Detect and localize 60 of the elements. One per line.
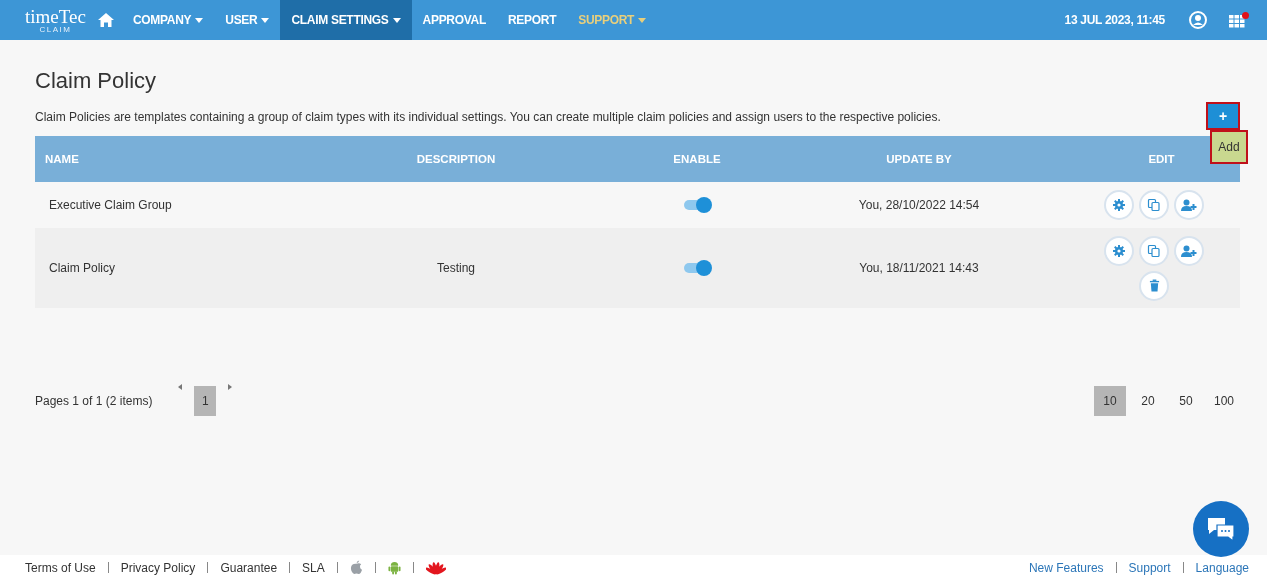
- table-cell-text: Claim Policy: [48, 261, 116, 275]
- footer-link[interactable]: Terms of Use: [25, 560, 96, 575]
- trash-icon: [1148, 279, 1160, 292]
- nav-menu-item[interactable]: COMPANY: [121, 0, 215, 40]
- footer-link[interactable]: Language: [1195, 560, 1249, 575]
- toggle-switch[interactable]: [684, 200, 710, 210]
- copy-icon: [1147, 198, 1161, 212]
- nav-menu-item[interactable]: APPROVAL: [411, 0, 497, 40]
- table-cell-text: You, 28/10/2022 14:54: [857, 198, 981, 212]
- chat-button[interactable]: [1193, 501, 1249, 557]
- footer-link[interactable]: Guarantee: [220, 560, 278, 575]
- page-size-option[interactable]: 100: [1207, 386, 1240, 416]
- delete-button[interactable]: [1139, 270, 1169, 301]
- column-header: ENABLE: [672, 153, 722, 165]
- previous-page-icon[interactable]: [178, 384, 183, 390]
- page-description: Claim Policies are templates containing a group of claim types with its individual settings. You can create multiple claim policies and assign users to the respective policies.: [35, 110, 941, 124]
- logo[interactable]: timeTec CLAIM: [25, 6, 86, 34]
- apps-grid-icon[interactable]: [1229, 12, 1249, 28]
- settings-button[interactable]: [1104, 235, 1134, 266]
- apple-icon[interactable]: [349, 560, 363, 575]
- add-user-icon: [1181, 244, 1197, 257]
- add-user-button[interactable]: [1174, 190, 1204, 220]
- copy-button[interactable]: [1139, 190, 1169, 220]
- add-user-button[interactable]: [1174, 235, 1204, 266]
- page-size-option[interactable]: 50: [1169, 386, 1202, 416]
- nav-menu-item[interactable]: REPORT: [496, 0, 568, 40]
- page-size-option[interactable]: 20: [1131, 386, 1164, 416]
- add-user-icon: [1181, 199, 1197, 211]
- chat-icon: [1206, 516, 1236, 542]
- date-time: 13 JUL 2023, 11:45: [1064, 13, 1165, 27]
- page-size-option[interactable]: 10: [1093, 386, 1126, 416]
- column-header: DESCRIPTION: [415, 153, 497, 165]
- footer-link[interactable]: Support: [1128, 560, 1171, 575]
- flower-logo-icon[interactable]: [425, 560, 446, 575]
- page-number[interactable]: 1: [194, 386, 217, 416]
- footer-link[interactable]: New Features: [1028, 560, 1104, 575]
- nav-menu-item[interactable]: USER: [214, 0, 281, 40]
- pagination-summary: Pages 1 of 1 (2 items): [35, 394, 153, 408]
- nav-menu-item[interactable]: CLAIM SETTINGS: [280, 0, 412, 40]
- settings-icon: [1113, 244, 1125, 257]
- settings-icon: [1113, 199, 1125, 211]
- column-header: EDIT: [1147, 153, 1176, 165]
- table-cell: Testing: [437, 261, 475, 275]
- copy-button[interactable]: [1139, 235, 1169, 266]
- page-title: Claim Policy: [35, 68, 158, 94]
- settings-button[interactable]: [1104, 190, 1134, 220]
- home-icon[interactable]: [97, 13, 114, 27]
- footer-link[interactable]: SLA: [302, 560, 325, 575]
- android-icon[interactable]: [387, 560, 401, 575]
- table-cell-text: You, 18/11/2021 14:43: [858, 261, 980, 275]
- next-page-icon[interactable]: [228, 384, 233, 390]
- column-header: NAME: [44, 153, 80, 165]
- footer-link[interactable]: Privacy Policy: [120, 560, 196, 575]
- user-icon[interactable]: [1189, 11, 1207, 29]
- column-header: UPDATE BY: [885, 153, 953, 165]
- table-cell-text: Executive Claim Group: [48, 198, 173, 212]
- add-button[interactable]: +: [1206, 102, 1240, 130]
- copy-icon: [1147, 243, 1161, 258]
- tooltip: Add: [1210, 130, 1248, 164]
- toggle-switch[interactable]: [684, 263, 710, 273]
